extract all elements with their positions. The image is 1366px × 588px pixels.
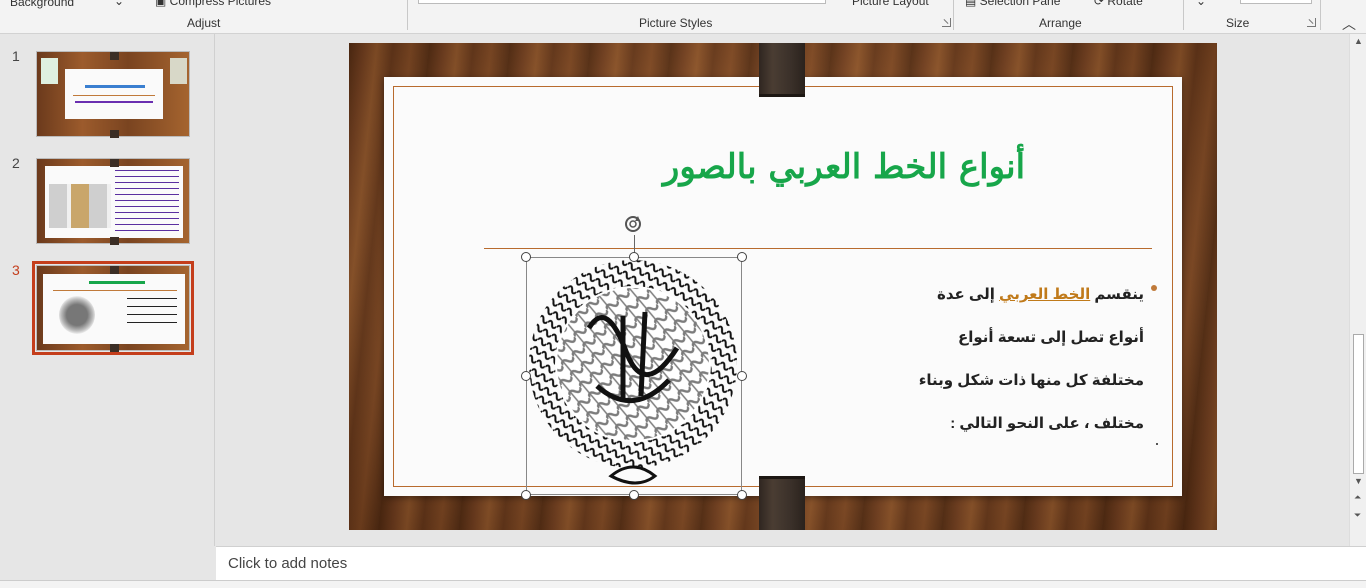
group-size-label: Size <box>1226 16 1250 30</box>
group-divider <box>407 0 408 30</box>
size-dropdown-icon[interactable]: ⌄ <box>1196 0 1206 8</box>
slide-title[interactable]: أنواع الخط العربي بالصور <box>584 147 1104 187</box>
rotate-label: Rotate <box>1107 0 1143 8</box>
resize-handle[interactable] <box>629 490 639 500</box>
picture-styles-gallery[interactable] <box>418 0 826 4</box>
thumbnail-strap <box>110 52 119 60</box>
body-line-2: أنواع تصل إلى تسعة أنواع <box>957 329 1144 346</box>
compress-icon: ▣ <box>155 0 170 8</box>
group-divider <box>1320 0 1321 30</box>
rotate-icon: ⟳ <box>1094 0 1108 8</box>
resize-handle[interactable] <box>629 252 639 262</box>
thumbnail-paper <box>45 166 183 238</box>
slide-paper: أنواع الخط العربي بالصور ينقسم الخط العر… <box>384 77 1182 500</box>
resize-handle[interactable] <box>737 252 747 262</box>
vertical-scrollbar[interactable]: ▲ ▼ ⏶ ⏷ <box>1349 34 1366 546</box>
thumbnail-image <box>170 58 187 84</box>
notes-placeholder[interactable]: Click to add notes <box>228 555 347 572</box>
selection-pane-icon: ▤ <box>965 0 980 8</box>
slide-thumbnail-1[interactable] <box>36 51 190 138</box>
body-text: ينقسم <box>1090 286 1144 303</box>
picture-styles-launcher-icon[interactable] <box>942 18 951 27</box>
notes-pane[interactable]: Click to add notes <box>216 546 1366 580</box>
thumbnail-strap <box>110 266 119 274</box>
body-line-4: مختلف ، على النحو التالي : <box>950 415 1144 432</box>
bottom-strap <box>759 476 805 530</box>
rotate-handle-icon[interactable] <box>622 213 644 235</box>
chevron-down-icon[interactable]: ⌄ <box>114 0 124 8</box>
scroll-up-icon[interactable]: ▲ <box>1354 36 1363 46</box>
slide-thumbnail-2[interactable] <box>36 158 190 245</box>
body-line-1: ينقسم الخط العربي إلى عدة <box>904 273 1144 316</box>
thumbnail-strap <box>110 130 119 138</box>
size-width-field[interactable] <box>1240 0 1312 4</box>
body-line-3: مختلفة كل منها ذات شكل وبناء <box>918 372 1144 389</box>
status-bar <box>0 580 1366 588</box>
thumbnail-number-active: 3 <box>12 262 20 278</box>
top-strap <box>759 43 805 97</box>
scroll-down-icon[interactable]: ▼ <box>1354 476 1363 486</box>
selection-pane-label: Selection Pane <box>979 0 1061 8</box>
thumbnail-number: 2 <box>12 155 20 171</box>
scrollbar-thumb[interactable] <box>1353 334 1364 474</box>
group-divider <box>953 0 954 30</box>
slide-thumbnail-3[interactable] <box>32 261 194 355</box>
rotate-button[interactable]: ⟳ Rotate <box>1094 0 1143 8</box>
ribbon: Background ⌄ ▣ Compress Pictures Adjust … <box>0 0 1366 34</box>
resize-handle[interactable] <box>521 252 531 262</box>
resize-handle[interactable] <box>521 371 531 381</box>
resize-handle[interactable] <box>737 490 747 500</box>
thumbnail-strap <box>110 344 119 352</box>
compress-label: Compress Pictures <box>169 0 272 8</box>
bullet-icon <box>1151 285 1157 291</box>
picture-layout-button[interactable]: Picture Layout <box>852 0 929 8</box>
title-divider <box>484 248 1152 249</box>
thumbnail-strap <box>110 237 119 245</box>
thumbnail-paper <box>43 274 185 344</box>
slide-canvas[interactable]: أنواع الخط العربي بالصور ينقسم الخط العر… <box>349 43 1217 530</box>
slide-body-text[interactable]: ينقسم الخط العربي إلى عدة أنواع تصل إلى … <box>904 273 1144 445</box>
body-text: إلى عدة <box>936 286 1000 303</box>
group-picture-styles-label: Picture Styles <box>639 16 713 30</box>
slide-thumbnails-pane: 1 2 3 <box>0 34 215 546</box>
compress-pictures-button[interactable]: ▣ Compress Pictures <box>155 0 271 8</box>
thumbnail-image <box>41 58 58 84</box>
selection-pane-button[interactable]: ▤ Selection Pane <box>965 0 1060 8</box>
text-cursor <box>1156 443 1158 445</box>
next-slide-icon[interactable]: ⏷ <box>1354 510 1361 521</box>
group-divider <box>1183 0 1184 30</box>
size-launcher-icon[interactable] <box>1307 18 1316 27</box>
thumbnail-paper <box>65 69 163 119</box>
background-button[interactable]: Background <box>10 0 74 9</box>
resize-handle[interactable] <box>737 371 747 381</box>
calligraphy-image <box>529 260 737 485</box>
body-hyperlink[interactable]: الخط العربي <box>999 286 1090 303</box>
thumbnail-strap <box>110 159 119 167</box>
collapse-ribbon-icon[interactable]: ︿ <box>1342 14 1356 34</box>
group-arrange-label: Arrange <box>1039 16 1082 30</box>
resize-handle[interactable] <box>521 490 531 500</box>
thumbnail-number: 1 <box>12 48 20 64</box>
calligraphy-picture[interactable] <box>526 257 742 495</box>
previous-slide-icon[interactable]: ⏶ <box>1354 492 1361 503</box>
group-adjust-label: Adjust <box>187 16 221 30</box>
